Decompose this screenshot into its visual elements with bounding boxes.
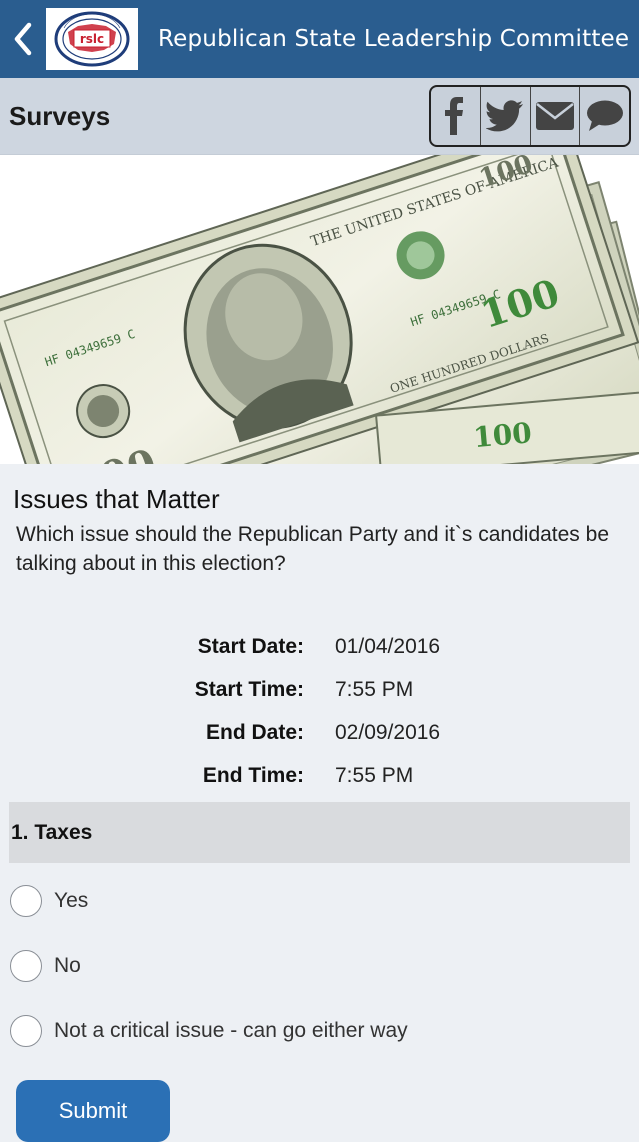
option-not-critical[interactable]: Not a critical issue - can go either way (10, 1014, 408, 1048)
option-label: Not a critical issue - can go either way (54, 1019, 408, 1042)
facebook-icon (445, 97, 464, 135)
back-button[interactable] (0, 0, 46, 78)
submit-button[interactable]: Submit (16, 1080, 170, 1142)
radio-button[interactable] (10, 950, 42, 982)
meta-label: Start Time: (194, 677, 304, 701)
chevron-left-icon (14, 22, 32, 56)
survey-title: Issues that Matter (13, 484, 220, 514)
radio-button[interactable] (10, 885, 42, 917)
question-header: 1. Taxes (9, 802, 630, 863)
meta-row-end-date: End Date: 02/09/2016 (0, 711, 639, 754)
rslc-logo: rslc (46, 8, 138, 70)
app-header: rslc Republican State Leadership Committ… (0, 0, 639, 78)
meta-value: 01/04/2016 (335, 634, 441, 658)
option-yes[interactable]: Yes (10, 884, 88, 918)
mail-icon (535, 102, 574, 130)
radio-button[interactable] (10, 1015, 42, 1047)
meta-label: End Time: (202, 763, 304, 787)
survey-question: Which issue should the Republican Party … (16, 523, 610, 575)
meta-value: 7:55 PM (335, 763, 414, 787)
sms-share-button[interactable] (580, 87, 629, 145)
meta-row-end-time: End Time: 7:55 PM (0, 754, 639, 797)
email-share-button[interactable] (531, 87, 581, 145)
meta-row-start-date: Start Date: 01/04/2016 (0, 625, 639, 668)
meta-label: End Date: (205, 720, 304, 744)
sub-header: Surveys (0, 78, 639, 155)
meta-value: 02/09/2016 (335, 720, 441, 744)
hero-image: THE UNITED STATES OF AMERICA HF 04349659… (0, 155, 639, 464)
survey-schedule: Start Date: 01/04/2016 Start Time: 7:55 … (0, 625, 639, 797)
meta-row-start-time: Start Time: 7:55 PM (0, 668, 639, 711)
logo-text: rslc (80, 32, 104, 46)
option-label: Yes (54, 889, 89, 912)
dollar-bills-image: THE UNITED STATES OF AMERICA HF 04349659… (0, 155, 639, 464)
page-title: Surveys (9, 100, 111, 131)
twitter-share-button[interactable] (481, 87, 531, 145)
app-title: Republican State Leadership Committee (158, 26, 630, 52)
twitter-icon (486, 100, 524, 132)
meta-value: 7:55 PM (335, 677, 414, 701)
option-label: No (54, 954, 81, 977)
option-no[interactable]: No (10, 949, 81, 983)
chat-bubble-icon (586, 100, 623, 131)
meta-label: Start Date: (197, 634, 304, 658)
facebook-share-button[interactable] (431, 87, 481, 145)
share-button-group (429, 85, 631, 147)
bill-stack-denomination: 100 (472, 416, 533, 454)
